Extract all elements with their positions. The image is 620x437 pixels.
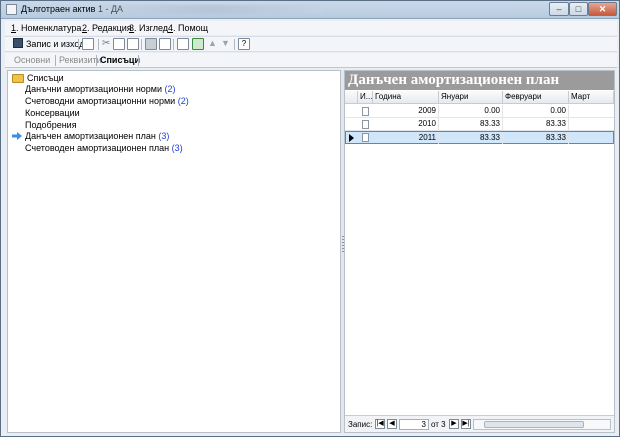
cell-year[interactable]: 2009: [373, 105, 439, 117]
tree-item-label: Консервации: [25, 108, 80, 118]
column-header-january[interactable]: Януари: [439, 91, 503, 104]
arrow-right-icon: [12, 132, 22, 140]
toolbar-separator: [173, 39, 174, 50]
tab-lists[interactable]: Списъци: [100, 55, 140, 65]
record-total: от 3: [431, 420, 446, 429]
document-icon: [362, 120, 369, 129]
save-and-exit-label: Запис и изход: [26, 39, 85, 49]
menu-nomenclature[interactable]: 1. Номенклатура: [11, 23, 81, 33]
down-icon[interactable]: ▼: [221, 38, 230, 51]
minimize-button[interactable]: –: [549, 2, 569, 16]
column-header-february[interactable]: Февруари: [503, 91, 569, 104]
document-icon: [362, 107, 369, 116]
horizontal-scrollbar[interactable]: [473, 419, 611, 430]
current-record-input[interactable]: 3: [399, 419, 429, 430]
tree-item-label: Счетоводен амортизационен план: [25, 143, 170, 153]
folder-icon: [12, 74, 24, 83]
tree-item-accounting-depreciation-plan[interactable]: Счетоводен амортизационен план (3): [25, 143, 183, 153]
tab-strip: Основни Реквизити Списъци: [5, 53, 617, 68]
toolbar-separator: [234, 39, 235, 50]
cell-january[interactable]: 83.33: [439, 118, 503, 130]
column-header-year[interactable]: Година: [373, 91, 439, 104]
row-pointer-icon: [349, 134, 354, 142]
tree-item-tax-depreciation-norms[interactable]: Данъчни амортизационни норми (2): [25, 84, 176, 94]
menu-label: . Номенклатура: [16, 23, 82, 33]
menu-view[interactable]: 3. Изглед: [129, 23, 168, 33]
scrollbar-thumb[interactable]: [484, 421, 584, 428]
menu-bar: 1. Номенклатура 2. Редакция 3. Изглед 4.…: [5, 21, 617, 35]
tab-basic[interactable]: Основни: [14, 55, 50, 65]
save-icon: [13, 38, 23, 48]
table-row-selected[interactable]: 2011 83.33 83.33: [345, 131, 614, 144]
toolbar-separator: [98, 39, 99, 50]
next-record-icon[interactable]: ▶: [449, 419, 459, 429]
menu-label: . Изглед: [134, 23, 169, 33]
tree-item-label: Данъчен амортизационен план: [25, 131, 156, 141]
copy-icon[interactable]: [113, 38, 125, 50]
menu-edit[interactable]: 2. Редакция: [82, 23, 132, 33]
tree-root-label: Списъци: [27, 73, 64, 83]
menu-help[interactable]: 4. Помощ: [168, 23, 208, 33]
menu-label: . Помощ: [173, 23, 209, 33]
tab-separator: [96, 55, 97, 66]
prev-record-icon[interactable]: ◀: [387, 419, 397, 429]
first-record-icon[interactable]: |◀: [375, 419, 385, 429]
tree-item-improvements[interactable]: Подобрения: [25, 120, 77, 130]
paste-icon[interactable]: [127, 38, 139, 50]
app-icon: [6, 4, 17, 15]
print-preview-icon[interactable]: [159, 38, 171, 50]
print-icon[interactable]: [145, 38, 157, 50]
tree-item-label: Данъчни амортизационни норми: [25, 84, 163, 94]
menu-label: . Редакция: [87, 23, 132, 33]
cell-february[interactable]: 0.00: [503, 105, 569, 117]
tree-item-count: (3): [171, 143, 183, 153]
toolbar: Запис и изход ✂ ▲ ▼ ?: [5, 36, 617, 52]
tree-item-label: Счетоводни амортизационни норми: [25, 96, 176, 106]
refresh-icon[interactable]: [192, 38, 204, 50]
help-icon[interactable]: ?: [238, 38, 250, 50]
table-row[interactable]: 2009 0.00 0.00: [345, 105, 614, 118]
toolbar-separator: [78, 39, 79, 50]
last-record-icon[interactable]: ▶|: [461, 419, 471, 429]
copy-record-icon[interactable]: [82, 38, 94, 50]
record-navigator: Запис: |◀ ◀ 3 от 3 ▶ ▶|: [345, 415, 614, 432]
cut-icon[interactable]: ✂: [102, 38, 110, 51]
lists-tree-pane: Списъци Данъчни амортизационни норми (2)…: [7, 70, 341, 433]
cell-january[interactable]: 0.00: [439, 105, 503, 117]
tree-item-accounting-depreciation-norms[interactable]: Счетоводни амортизационни норми (2): [25, 96, 189, 106]
cell-year[interactable]: 2010: [373, 118, 439, 130]
tree-item-count: (2): [177, 96, 189, 106]
main-window: Дълготраен актив 1 - ДА – □ ✕ 1. Номенкл…: [0, 0, 620, 437]
table-row[interactable]: 2010 83.33 83.33: [345, 118, 614, 131]
cell-january[interactable]: 83.33: [439, 132, 503, 144]
tree-item-tax-depreciation-plan[interactable]: Данъчен амортизационен план (3): [25, 131, 169, 141]
plan-pane: Данъчен амортизационен план И... Година …: [344, 70, 615, 433]
plan-title: Данъчен амортизационен план: [345, 71, 614, 90]
cell-february[interactable]: 83.33: [503, 132, 569, 144]
cell-year[interactable]: 2011: [373, 132, 439, 144]
blurred-background: [96, 5, 326, 14]
maximize-button[interactable]: □: [569, 2, 588, 16]
tree-item-conservations[interactable]: Консервации: [25, 108, 80, 118]
close-button[interactable]: ✕: [588, 2, 617, 16]
tree-item-label: Подобрения: [25, 120, 77, 130]
column-header-march[interactable]: Март: [569, 91, 614, 104]
document-icon: [362, 133, 369, 142]
column-header-id[interactable]: И...: [358, 91, 373, 104]
tree-item-count: (3): [158, 131, 170, 141]
cell-february[interactable]: 83.33: [503, 118, 569, 130]
title-bar[interactable]: Дълготраен актив 1 - ДА – □ ✕: [1, 1, 619, 19]
tab-separator: [138, 55, 139, 66]
list-icon[interactable]: [177, 38, 189, 50]
record-label: Запис:: [348, 420, 373, 429]
toolbar-separator: [141, 39, 142, 50]
tab-separator: [55, 55, 56, 66]
up-icon[interactable]: ▲: [208, 38, 217, 51]
tree-item-count: (2): [164, 84, 176, 94]
column-header-indicator[interactable]: [345, 91, 358, 104]
